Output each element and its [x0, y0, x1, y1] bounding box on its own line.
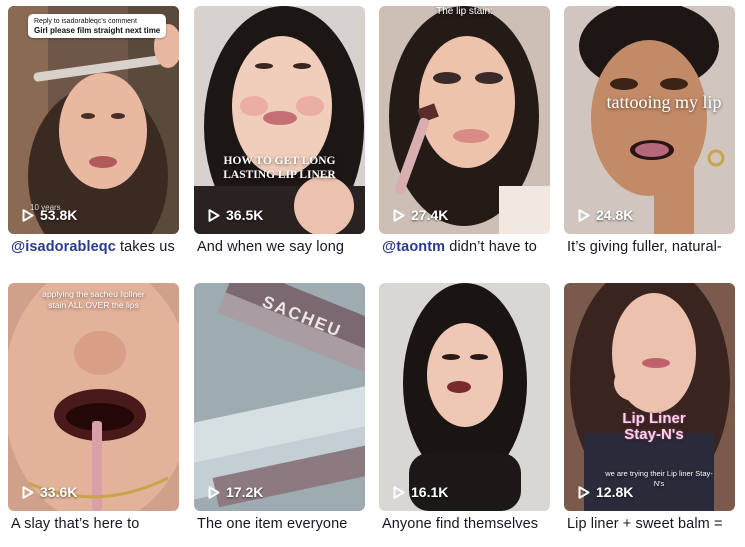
play-icon [393, 208, 405, 222]
video-card[interactable]: SACHEU 17.2K The one item everyone [194, 283, 365, 532]
caption-text: The one item everyone [197, 516, 348, 532]
view-count-label: 33.6K [40, 484, 78, 500]
caption-text: Anyone find themselves [382, 516, 539, 532]
overlay-text: applying the sacheu lipliner stain ALL O… [42, 289, 145, 310]
video-thumbnail-image [564, 6, 735, 234]
video-thumbnail-image [379, 283, 550, 511]
mention-link[interactable]: @isadorableqc [11, 239, 116, 255]
play-icon [578, 208, 590, 222]
caption-text: didn’t have to [445, 239, 537, 255]
overlay-text: Girl please film straight next time [34, 26, 161, 35]
view-count: 27.4K [393, 207, 448, 223]
overlay-text: Lip Liner Stay-N's [622, 410, 686, 443]
view-count-label: 17.2K [226, 484, 264, 500]
play-icon [208, 485, 220, 499]
video-thumbnail[interactable]: Reply to isadorableqc's comment Girl ple… [8, 6, 179, 234]
view-count-label: 12.8K [596, 484, 634, 500]
video-card[interactable]: Reply to isadorableqc's comment Girl ple… [8, 6, 179, 255]
video-caption[interactable]: Anyone find themselves [382, 516, 550, 532]
video-thumbnail[interactable]: Lip Liner Stay-N's we are trying their L… [564, 283, 735, 511]
video-thumbnail-image [379, 6, 550, 234]
overlay-text: HOW TO GET LONG LASTING LIP LINER [223, 155, 336, 181]
reply-comment-bubble: Reply to isadorableqc's comment Girl ple… [28, 14, 167, 38]
video-thumbnail-image [8, 283, 179, 511]
view-count-label: 27.4K [411, 207, 449, 223]
video-caption[interactable]: A slay that’s here to [11, 516, 179, 532]
video-caption[interactable]: It’s giving fuller, natural- [567, 239, 735, 255]
video-thumbnail[interactable]: SACHEU 17.2K [194, 283, 365, 511]
play-icon [22, 485, 34, 499]
play-icon [22, 208, 34, 222]
video-card[interactable]: applying the sacheu lipliner stain ALL O… [8, 283, 179, 532]
video-thumbnail-image [194, 6, 365, 234]
caption-text: And when we say long [197, 239, 345, 255]
view-count-label: 24.8K [596, 207, 634, 223]
video-caption[interactable]: Lip liner + sweet balm = [567, 516, 735, 532]
view-count: 16.1K [393, 484, 448, 500]
video-thumbnail[interactable]: applying the sacheu lipliner stain ALL O… [8, 283, 179, 511]
video-card[interactable]: 16.1K Anyone find themselves [379, 283, 550, 532]
caption-text: takes us [115, 239, 175, 255]
video-thumbnail[interactable]: The lip stain: 27.4K [379, 6, 550, 234]
caption-text: It’s giving fuller, natural- [567, 239, 722, 255]
overlay-text: tattooing my lip [606, 92, 722, 112]
view-count-label: 36.5K [226, 207, 264, 223]
video-card[interactable]: Lip Liner Stay-N's we are trying their L… [564, 283, 735, 532]
caption-text: A slay that’s here to [11, 516, 140, 532]
view-count: 36.5K [208, 207, 263, 223]
caption-text: Lip liner + sweet balm = [567, 516, 723, 532]
view-count: 53.8K [22, 207, 77, 223]
video-caption[interactable]: And when we say long [197, 239, 365, 255]
reply-label: Reply to isadorableqc's comment [34, 18, 137, 25]
view-count-label: 16.1K [411, 484, 449, 500]
video-card[interactable]: The lip stain: 27.4K @taontm didn’t have… [379, 6, 550, 255]
video-thumbnail[interactable]: tattooing my lip 24.8K [564, 6, 735, 234]
video-caption[interactable]: @taontm didn’t have to [382, 239, 550, 255]
overlay-text: The lip stain: [436, 6, 493, 17]
video-thumbnail[interactable]: HOW TO GET LONG LASTING LIP LINER 36.5K [194, 6, 365, 234]
view-count: 24.8K [578, 207, 633, 223]
view-count: 17.2K [208, 484, 263, 500]
play-icon [208, 208, 220, 222]
play-icon [393, 485, 405, 499]
video-card[interactable]: HOW TO GET LONG LASTING LIP LINER 36.5K … [194, 6, 365, 255]
video-thumbnail[interactable]: 16.1K [379, 283, 550, 511]
view-count: 12.8K [578, 484, 633, 500]
view-count-label: 53.8K [40, 207, 78, 223]
video-card[interactable]: tattooing my lip 24.8K It’s giving fulle… [564, 6, 735, 255]
video-caption[interactable]: @isadorableqc takes us [11, 239, 179, 255]
play-icon [578, 485, 590, 499]
mention-link[interactable]: @taontm [382, 239, 445, 255]
video-caption[interactable]: The one item everyone [197, 516, 365, 532]
view-count: 33.6K [22, 484, 77, 500]
video-thumbnail-image [8, 6, 179, 234]
